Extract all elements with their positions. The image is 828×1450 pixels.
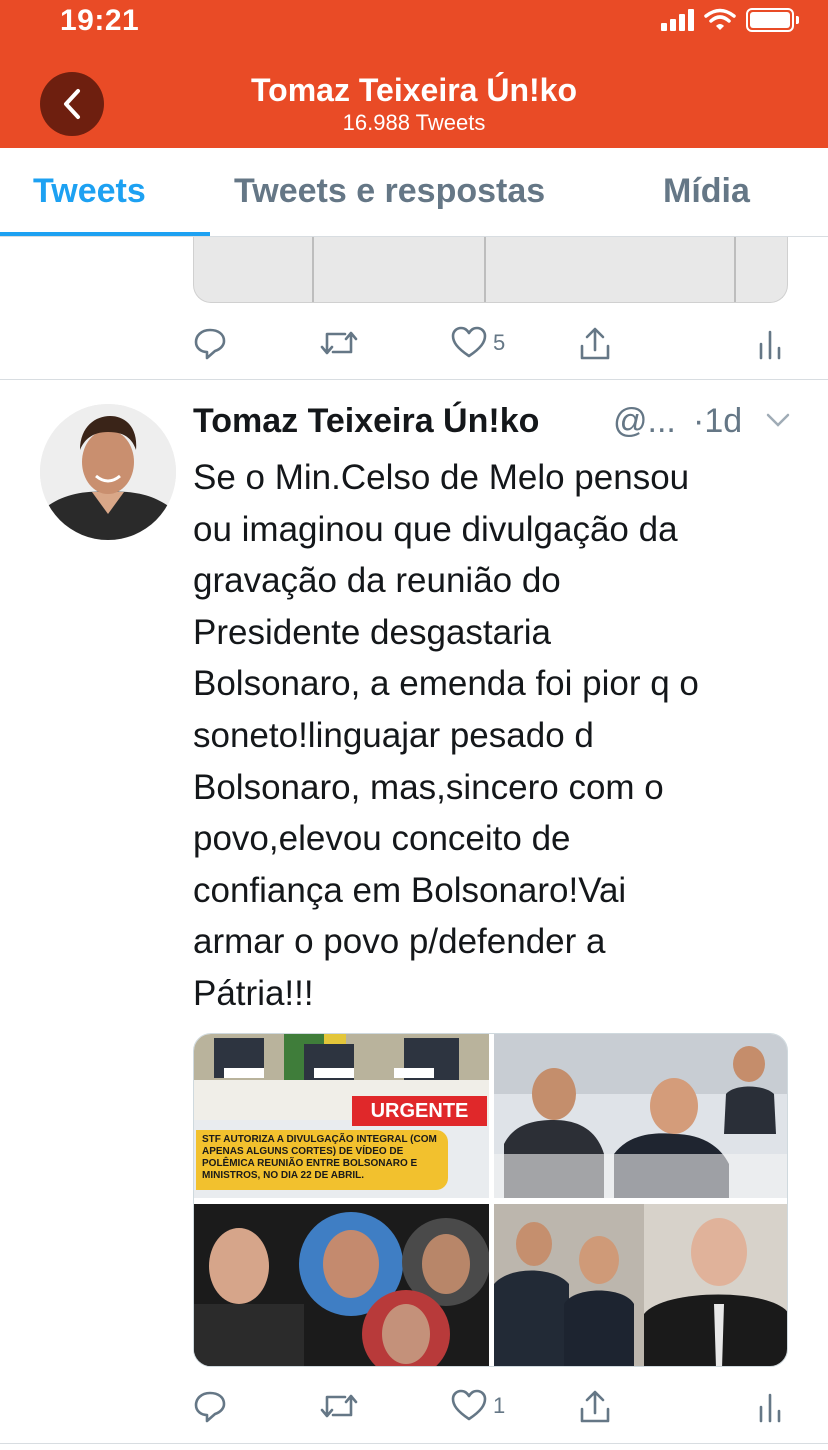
- chevron-down-icon[interactable]: [765, 412, 791, 428]
- reply-icon: [194, 328, 226, 360]
- urgent-caption: STF AUTORIZA A DIVULGAÇÃO INTEGRAL (COM …: [196, 1130, 448, 1190]
- profile-photo: [40, 404, 176, 540]
- tweet-media-grid: URGENTE STF AUTORIZA A DIVULGAÇÃO INTEGR…: [193, 1033, 788, 1367]
- like-count: 1: [493, 1393, 506, 1418]
- author-handle[interactable]: @...: [613, 402, 676, 441]
- author-name[interactable]: Tomaz Teixeira Ún!ko: [193, 402, 539, 441]
- analytics-icon: [759, 1393, 781, 1423]
- tweet-header: Tomaz Teixeira Ún!ko @... ·1d: [193, 400, 793, 444]
- tweet-divider: [0, 1443, 828, 1444]
- share-button[interactable]: [578, 326, 612, 362]
- analytics-icon: [759, 330, 781, 360]
- profile-tabs: Tweets Tweets e respostas Mídia: [0, 148, 828, 237]
- reply-icon: [194, 1391, 226, 1423]
- share-icon: [580, 327, 610, 360]
- like-button[interactable]: 5: [451, 326, 505, 360]
- status-icons: [661, 8, 799, 32]
- previous-tweet-actions: 5: [193, 326, 793, 366]
- meeting-photo-2: [494, 1034, 787, 1198]
- analytics-button[interactable]: [758, 326, 782, 360]
- tab-tweets[interactable]: Tweets: [33, 172, 146, 211]
- retweet-button[interactable]: [319, 326, 359, 360]
- media-image-ministers[interactable]: [194, 1204, 489, 1366]
- like-button[interactable]: 1: [451, 1389, 505, 1423]
- status-time: 19:21: [60, 4, 140, 37]
- tweet-actions: 1: [193, 1389, 793, 1429]
- media-image-officials[interactable]: [494, 1204, 787, 1366]
- tweet-divider: [0, 379, 828, 380]
- tweet-time[interactable]: ·1d: [693, 402, 742, 441]
- tab-tweets-replies[interactable]: Tweets e respostas: [234, 172, 545, 211]
- tweet-text: Se o Min.Celso de Melo pensou ou imagino…: [193, 458, 699, 1013]
- heart-icon: [451, 1389, 487, 1421]
- app-header: 19:21 Tomaz Teixeira Ún!ko 16.988 Tweets: [0, 0, 828, 148]
- battery-icon: [746, 8, 799, 32]
- analytics-button[interactable]: [758, 1389, 782, 1423]
- tweet-count: 16.988 Tweets: [342, 110, 486, 135]
- ministers-collage: [194, 1204, 489, 1366]
- signal-icon: [661, 9, 694, 31]
- previous-tweet-media[interactable]: [193, 237, 788, 303]
- share-icon: [580, 1390, 610, 1423]
- retweet-button[interactable]: [319, 1389, 359, 1423]
- reply-button[interactable]: [193, 1389, 227, 1423]
- media-image-urgent[interactable]: URGENTE STF AUTORIZA A DIVULGAÇÃO INTEGR…: [194, 1034, 489, 1198]
- profile-title: Tomaz Teixeira Ún!ko: [251, 72, 577, 108]
- heart-icon: [451, 326, 487, 358]
- share-button[interactable]: [578, 1389, 612, 1425]
- reply-button[interactable]: [193, 326, 227, 360]
- media-image-meeting[interactable]: [494, 1034, 787, 1198]
- avatar[interactable]: [40, 404, 176, 540]
- retweet-icon: [320, 1394, 358, 1418]
- retweet-icon: [320, 331, 358, 355]
- like-count: 5: [493, 330, 506, 355]
- officials-photo: [494, 1204, 787, 1366]
- active-tab-indicator: [0, 232, 210, 236]
- urgent-label: URGENTE: [352, 1096, 487, 1126]
- tab-media[interactable]: Mídia: [663, 172, 750, 211]
- wifi-icon: [704, 8, 736, 30]
